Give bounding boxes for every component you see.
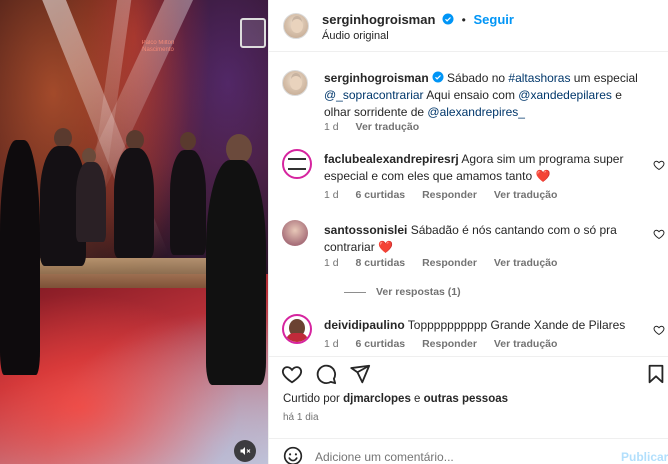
- musician-figure: [170, 150, 206, 255]
- comment-text: deividipaulino Topppppppppp Grande Xande…: [324, 317, 642, 334]
- translate-link[interactable]: Ver tradução: [494, 189, 558, 201]
- commenter-avatar[interactable]: [282, 220, 308, 246]
- caption-username[interactable]: serginhogroisman: [324, 71, 429, 85]
- publish-button[interactable]: Publicar: [621, 450, 668, 464]
- post-timestamp[interactable]: há 1 dia: [283, 412, 319, 423]
- liked-by-middle: e: [410, 393, 424, 405]
- comment-meta: 1 d 8 curtidas Responder Ver tradução: [324, 257, 571, 269]
- heart-icon[interactable]: [653, 324, 665, 336]
- comment-username[interactable]: santossonislei: [324, 223, 407, 237]
- reply-button[interactable]: Responder: [422, 338, 477, 350]
- caption-segment: Sábado no: [443, 71, 509, 85]
- commenter-avatar[interactable]: [282, 149, 312, 179]
- comment-username[interactable]: deividipaulino: [324, 318, 405, 332]
- replies-divider: [344, 291, 366, 293]
- stage-sign: Palco Milton Nascimento: [141, 40, 175, 54]
- liked-by-prefix: Curtido por: [283, 393, 344, 405]
- comments-list[interactable]: serginhogroisman Sábado no #altashoras u…: [269, 52, 668, 352]
- post-media-video[interactable]: Palco Milton Nascimento: [0, 0, 268, 464]
- comment-body: Topppppppppp Grande Xande de Pilares: [404, 318, 626, 332]
- comment-likes[interactable]: 6 curtidas: [356, 189, 406, 201]
- follow-button[interactable]: Seguir: [474, 12, 514, 27]
- person-figure: [206, 160, 266, 385]
- post-details-panel: serginhogroisman • Seguir Áudio original…: [268, 0, 668, 464]
- comment-likes[interactable]: 8 curtidas: [356, 257, 406, 269]
- verified-icon: [432, 71, 444, 83]
- share-icon[interactable]: [349, 363, 371, 385]
- comment-text: santossonislei Sábadão é nós cantando co…: [324, 222, 642, 256]
- caption-time: 1 d: [324, 121, 339, 133]
- post-header: serginhogroisman • Seguir Áudio original: [269, 0, 668, 52]
- author-avatar[interactable]: [283, 13, 309, 39]
- mention-link[interactable]: @alexandrepires_: [427, 105, 525, 119]
- view-replies-button[interactable]: Ver respostas (1): [344, 286, 461, 298]
- comment-time: 1 d: [324, 338, 339, 350]
- liked-by-others[interactable]: outras pessoas: [424, 393, 508, 405]
- mention-link[interactable]: @_sopracontrariar: [324, 88, 424, 102]
- emoji-icon[interactable]: [283, 446, 303, 464]
- comment-input[interactable]: [315, 450, 605, 464]
- hashtag-link[interactable]: #altashoras: [508, 71, 570, 85]
- comment-meta: 1 d 6 curtidas Responder Ver tradução: [324, 338, 571, 350]
- heart-icon[interactable]: [653, 228, 665, 240]
- caption-text: serginhogroisman Sábado no #altashoras u…: [324, 70, 642, 121]
- reply-button[interactable]: Responder: [422, 189, 477, 201]
- musician-head: [126, 130, 144, 150]
- separator-dot: •: [461, 13, 466, 27]
- caption-segment: um especial: [570, 71, 638, 85]
- post-actions: [269, 356, 668, 390]
- verified-icon: [442, 13, 454, 25]
- mute-icon: [240, 447, 251, 455]
- translate-link[interactable]: Ver tradução: [494, 338, 558, 350]
- caption-segment: Aqui ensaio com: [423, 88, 519, 102]
- view-replies-label: Ver respostas (1): [376, 286, 461, 298]
- comment-meta: 1 d 6 curtidas Responder Ver tradução: [324, 189, 571, 201]
- liked-by-summary: Curtido por djmarclopes e outras pessoas: [283, 393, 508, 405]
- author-username[interactable]: serginhogroisman: [322, 12, 435, 27]
- person-figure: [0, 140, 40, 375]
- audio-label[interactable]: Áudio original: [322, 30, 389, 42]
- comment-icon[interactable]: [315, 363, 337, 385]
- liked-by-user[interactable]: djmarclopes: [343, 393, 411, 405]
- mention-link[interactable]: @xandedepilares: [518, 88, 612, 102]
- add-comment-bar: Publicar: [269, 438, 668, 464]
- musician-figure: [114, 148, 154, 258]
- translate-link[interactable]: Ver tradução: [356, 121, 420, 133]
- mute-button[interactable]: [234, 440, 256, 462]
- comment-time: 1 d: [324, 257, 339, 269]
- comment-text: faclubealexandrepiresrj Agora sim um pro…: [324, 151, 642, 185]
- author-avatar[interactable]: [282, 70, 308, 96]
- comment-likes[interactable]: 6 curtidas: [356, 338, 406, 350]
- comment-username[interactable]: faclubealexandrepiresrj: [324, 152, 459, 166]
- musician-head: [180, 132, 196, 150]
- translate-link[interactable]: Ver tradução: [494, 257, 558, 269]
- musician-figure: [76, 162, 106, 242]
- commenter-avatar[interactable]: [282, 314, 312, 344]
- musician-head: [54, 128, 72, 148]
- caption-meta: 1 d Ver tradução: [324, 121, 433, 133]
- bookmark-icon[interactable]: [645, 363, 667, 385]
- heart-icon[interactable]: [653, 159, 665, 171]
- reply-button[interactable]: Responder: [422, 257, 477, 269]
- stage-monitor: [240, 18, 266, 48]
- heart-icon[interactable]: [281, 363, 303, 385]
- comment-time: 1 d: [324, 189, 339, 201]
